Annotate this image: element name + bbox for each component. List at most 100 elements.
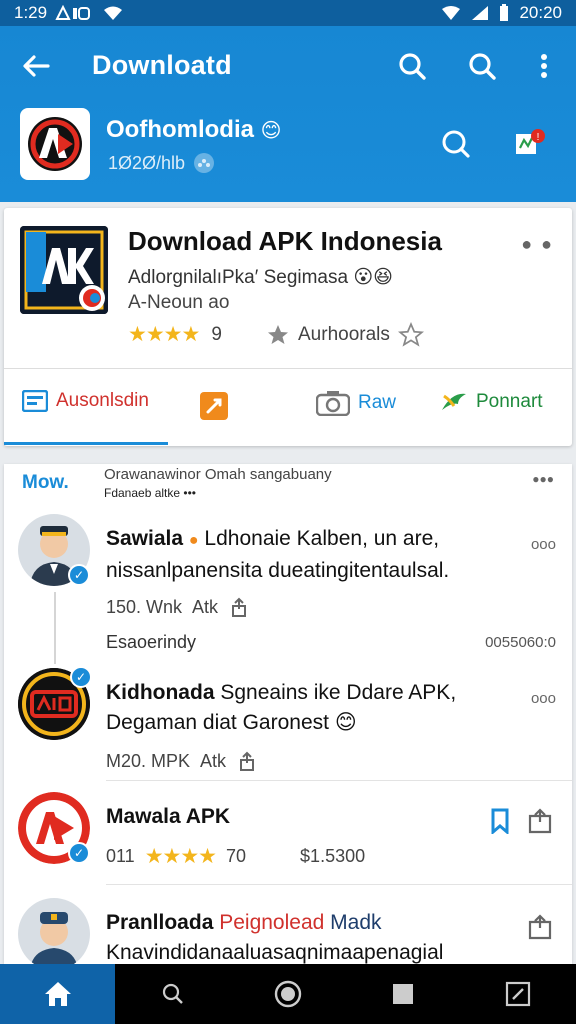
post-line1: Ldhonaie Kalben, un are, [204,527,440,550]
signal-bars-icon [472,6,489,20]
square-icon [393,984,414,1004]
post-line2: Degaman diat Garonest [106,711,329,734]
back-arrow-icon[interactable] [18,48,54,84]
status-time-right: 20:20 [519,3,562,22]
tab-active-indicator [4,442,168,445]
post-author[interactable]: Mawala APK [106,805,230,828]
post-author[interactable]: Kidhonada [106,681,215,704]
svg-text:!: ! [537,132,540,143]
app-bar: Downloatd Oofhomlodia 😊 1Ø2Ø/hlb ! [0,26,576,202]
post-line2: Knavindidanaaluasaqnimaapenagial [106,941,444,964]
post-count: 011 [106,846,135,866]
post-separator [106,884,572,885]
edit-square-icon [200,392,228,420]
star-outline-icon[interactable] [397,322,424,348]
post-rating: 70 [226,846,247,866]
post-action: Atk [192,596,219,617]
post-author[interactable]: Pranlloada [106,911,213,934]
feed-post[interactable]: ✓ Kidhonada Sgneains ike Ddare APK, Dega… [4,664,572,782]
rating-value: 9 [211,323,222,345]
post-author[interactable]: Sawiala [106,527,183,550]
post-author-2: Peignolead [219,911,325,934]
record-icon [274,980,302,1008]
app-card[interactable]: Download APK Indonesia ● ● AdlorgnilalıP… [4,208,572,446]
post-price: $1.5300 [300,846,366,866]
signal-icon [55,5,91,20]
post-line1: Sgneains ike Ddare APK, [220,681,457,704]
home-icon [44,982,71,1006]
tab-ausonlsdin-label: Ausonlsdin [56,390,149,411]
more-vert-icon[interactable] [526,48,562,84]
apk-logo-icon [28,117,82,171]
tab-raw[interactable]: Raw [316,390,396,416]
subtitle-emoji: 😮😆 [353,267,393,288]
card-more-icon[interactable]: ● ● [521,234,554,255]
share-icon[interactable] [526,806,554,834]
nav-search[interactable] [115,964,230,1024]
person-avatar-icon [18,898,90,964]
post-text: Sawiala ● Ldhonaie Kalben, un are, nissa… [106,524,449,586]
channel-logo[interactable] [20,108,90,180]
wifi-full-icon [442,6,461,20]
feed-post[interactable]: ✓ Mawala APK 011 ★★★★ 70 $1.5300 [4,786,572,886]
card-tabs: Ausonlsdin Raw Ponnart [4,370,572,446]
post-footer-left: Esaoerindy [106,632,197,652]
list-icon [22,390,48,412]
post-more-menu[interactable]: ooo [531,690,556,707]
feed-post[interactable]: Pranlloada Peignolead Madk Knavindidanaa… [4,892,572,964]
bookmark-icon[interactable] [490,808,510,834]
feed: Mow. Orawanawinor Omah sangabuany Fdanae… [4,464,572,964]
app-rating: ★★★★ 9 [128,322,222,347]
app-thumbnail[interactable] [20,226,108,314]
channel-search-icon[interactable] [438,126,474,162]
search-icon-secondary[interactable] [464,48,500,84]
tab-ponnart-label: Ponnart [476,391,543,412]
status-time-left: 1:29 [14,3,48,22]
post-meta: 150. Wnk Atk [106,596,250,618]
post-count: 150. Wnk [106,596,183,617]
share-icon[interactable] [526,912,554,940]
nav-home[interactable] [0,964,116,1024]
bird-icon [442,393,466,410]
channel-subscribers: 1Ø2Ø/hlb [108,152,215,174]
app-icon [20,226,108,314]
edit-icon [506,981,531,1007]
post-text: Pranlloada Peignolead Madk Knavindidanaa… [106,908,443,964]
notification-icon[interactable]: ! [512,126,548,162]
post-author-3: Madk [330,911,382,934]
verified-badge-icon: ✓ [68,564,90,586]
thread-line [54,592,56,664]
tab-ponnart[interactable]: Ponnart [440,390,543,414]
star-filled-icon [268,325,288,344]
channel-name: Oofhomlodia 😊 [106,116,282,143]
app-subtitle-2: A-Neoun ao [128,292,230,313]
badge-dot-icon: ● [188,532,199,549]
nav-edit[interactable] [461,964,576,1024]
rating-stars: ★★★★ [128,323,200,346]
nav-square[interactable] [346,964,461,1024]
status-bar: 1:29 20:20 [0,0,576,26]
post-more-menu[interactable]: ooo [531,536,556,553]
post-meta: 011 ★★★★ 70 $1.5300 [106,844,365,869]
feed-header-label[interactable]: Mow. [22,472,69,494]
post-count: M20. MPK [106,750,191,771]
share-icon[interactable] [228,596,250,618]
tab-edit[interactable] [198,390,230,422]
feed-post[interactable]: ✓ Sawiala ● Ldhonaie Kalben, un are, nis… [4,510,572,664]
post-line2: nissanlpanensita dueatingitentaulsal. [106,559,450,582]
verified-badge-icon: ✓ [70,666,92,688]
page-title: Downloatd [92,50,232,80]
feed-more-icon[interactable]: ●●● [532,472,554,486]
avatar[interactable] [18,898,90,964]
nav-circle[interactable] [230,964,345,1024]
feed-header-text: Orawanawinor Omah sangabuany [104,466,332,483]
settings-dots-icon [194,153,215,173]
post-emoji: 😊 [334,711,357,734]
share-icon[interactable] [236,750,258,772]
authors[interactable]: Aurhoorals [266,322,424,348]
verified-badge-icon: ✓ [68,842,90,864]
search-icon[interactable] [394,48,430,84]
authors-label: Aurhoorals [298,324,390,345]
tab-ausonlsdin[interactable]: Ausonlsdin [22,390,149,412]
feed-header-sub: Fdanaeb altke ••• [104,486,196,500]
